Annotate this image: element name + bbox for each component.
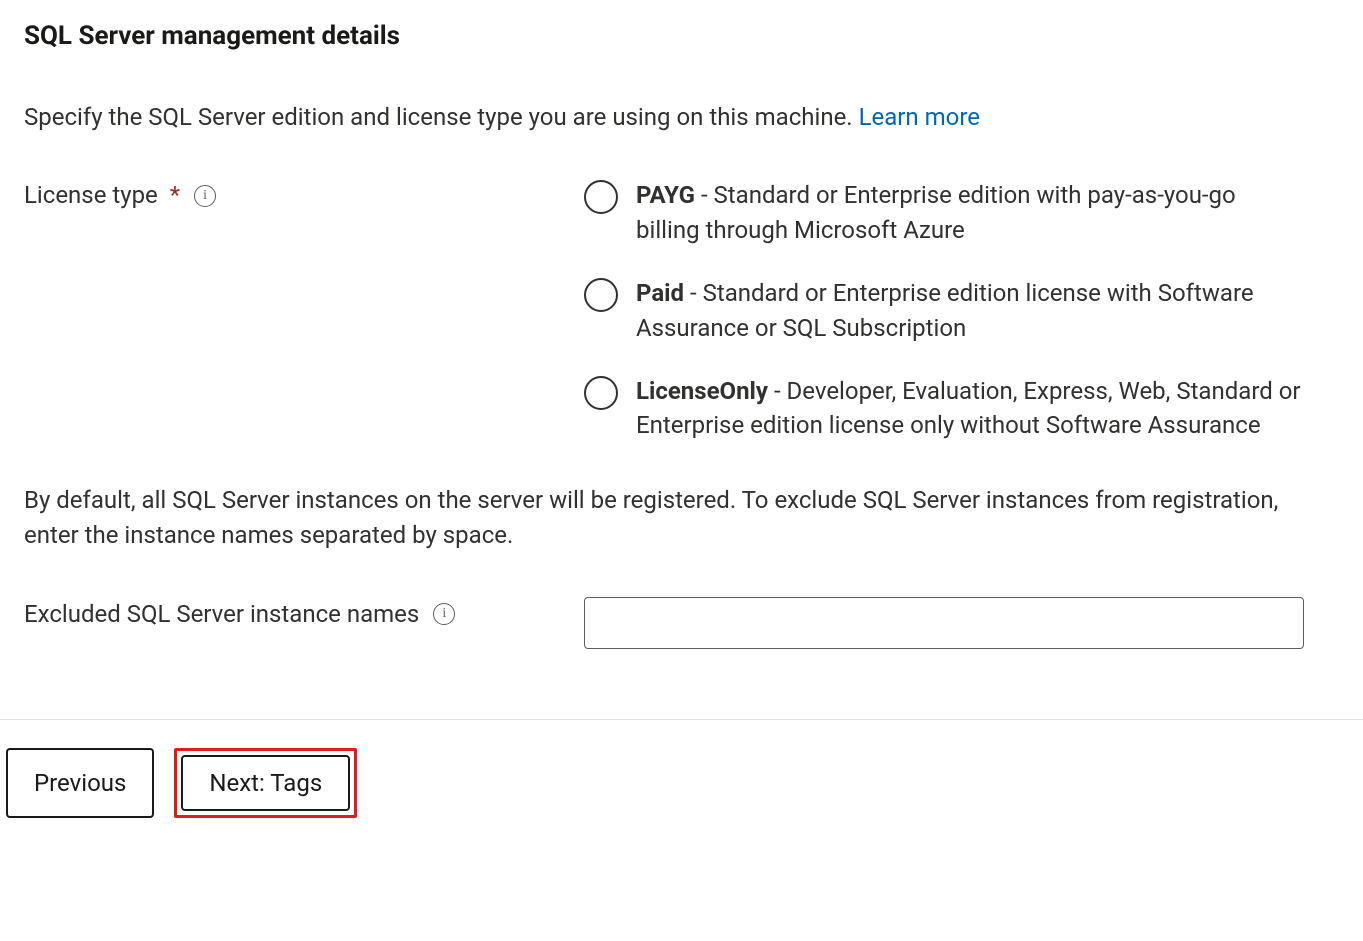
section-title: SQL Server management details	[24, 18, 1339, 56]
license-type-row: License type * i PAYG - Standard or Ente…	[24, 178, 1339, 443]
radio-option-name: PAYG	[636, 181, 695, 209]
radio-option-paid[interactable]: Paid - Standard or Enterprise edition li…	[584, 276, 1304, 346]
radio-option-payg[interactable]: PAYG - Standard or Enterprise edition wi…	[584, 178, 1304, 248]
exclude-instances-control	[584, 597, 1304, 649]
exclude-instances-label-text: Excluded SQL Server instance names	[24, 597, 419, 632]
excluded-instances-input[interactable]	[584, 597, 1304, 649]
learn-more-link[interactable]: Learn more	[859, 103, 980, 131]
previous-button[interactable]: Previous	[6, 748, 154, 818]
intro-prefix: Specify the SQL Server edition and licen…	[24, 103, 859, 131]
license-type-control: PAYG - Standard or Enterprise edition wi…	[584, 178, 1304, 443]
exclude-instances-label: Excluded SQL Server instance names i	[24, 597, 564, 632]
intro-text: Specify the SQL Server edition and licen…	[24, 100, 1339, 135]
radio-circle-icon	[584, 180, 618, 214]
exclude-instances-row: Excluded SQL Server instance names i	[24, 597, 1339, 649]
radio-text: Paid - Standard or Enterprise edition li…	[636, 276, 1304, 346]
radio-option-desc: - Standard or Enterprise edition license…	[636, 279, 1254, 342]
footer-bar: Previous Next: Tags	[0, 720, 1363, 842]
radio-text: LicenseOnly - Developer, Evaluation, Exp…	[636, 374, 1304, 444]
radio-circle-icon	[584, 278, 618, 312]
radio-option-licenseonly[interactable]: LicenseOnly - Developer, Evaluation, Exp…	[584, 374, 1304, 444]
license-type-radiogroup: PAYG - Standard or Enterprise edition wi…	[584, 178, 1304, 443]
radio-text: PAYG - Standard or Enterprise edition wi…	[636, 178, 1304, 248]
license-type-label-text: License type	[24, 178, 158, 213]
radio-option-desc: - Standard or Enterprise edition with pa…	[636, 181, 1236, 244]
exclude-paragraph: By default, all SQL Server instances on …	[24, 483, 1284, 553]
radio-option-name: LicenseOnly	[636, 377, 768, 405]
info-icon[interactable]: i	[194, 185, 216, 207]
next-tags-button[interactable]: Next: Tags	[181, 755, 350, 811]
license-type-label: License type * i	[24, 178, 564, 213]
info-icon[interactable]: i	[433, 603, 455, 625]
next-button-highlight: Next: Tags	[174, 748, 357, 818]
required-indicator: *	[170, 178, 180, 213]
radio-circle-icon	[584, 376, 618, 410]
radio-option-name: Paid	[636, 279, 684, 307]
form-container: SQL Server management details Specify th…	[0, 0, 1363, 649]
